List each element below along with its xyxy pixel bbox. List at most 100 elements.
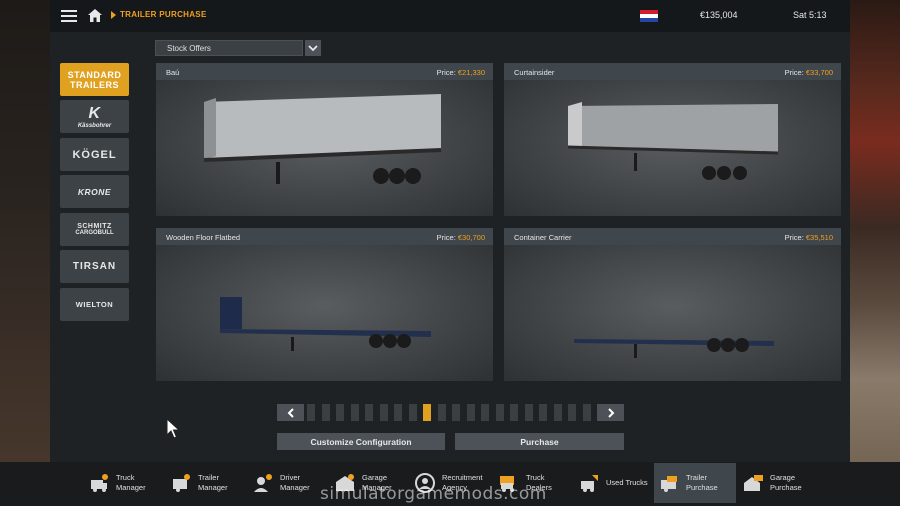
nav-label: Purchase — [770, 483, 802, 492]
page-segment[interactable] — [582, 404, 591, 421]
background-right — [848, 0, 900, 506]
driver-manager-icon — [254, 474, 272, 492]
offer-header: Wooden Floor Flatbed Price: €30,700 — [156, 228, 493, 245]
page-segment[interactable] — [336, 404, 344, 421]
country-flag-icon — [640, 10, 658, 22]
page-segment[interactable] — [495, 404, 504, 421]
offer-name: Wooden Floor Flatbed — [166, 233, 241, 242]
brand-logo: K — [88, 104, 101, 122]
game-time: Sat 5:13 — [793, 10, 827, 20]
page-segment[interactable] — [481, 404, 489, 421]
trailer-manager-icon — [173, 474, 190, 492]
page-segment[interactable] — [568, 404, 576, 421]
chevron-down-icon[interactable] — [305, 40, 321, 56]
previous-page-button[interactable] — [277, 404, 304, 421]
used-trucks-icon — [581, 475, 598, 492]
page-segment[interactable] — [553, 404, 562, 421]
brand-wielton[interactable]: WIELTON — [60, 288, 129, 321]
brand-subtitle: TRAILERS — [70, 79, 119, 90]
nav-label: Used Trucks — [606, 478, 648, 487]
nav-garage-purchase[interactable]: Garage Purchase — [738, 463, 820, 503]
money-balance: €135,004 — [700, 10, 738, 20]
trailer-image — [504, 80, 841, 216]
breadcrumb-arrow-icon — [111, 11, 116, 19]
mouse-cursor-icon — [166, 418, 181, 439]
brand-kassbohrer[interactable]: K Kässbohrer — [60, 100, 129, 133]
page-segment[interactable] — [350, 404, 359, 421]
brand-logo: TIRSAN — [72, 261, 117, 272]
purchase-button[interactable]: Purchase — [455, 433, 624, 450]
brand-kogel[interactable]: KÖGEL — [60, 138, 129, 171]
page-segment[interactable] — [379, 404, 388, 421]
brand-standard-trailers[interactable]: STANDARD TRAILERS — [60, 63, 129, 96]
offer-card-bau[interactable]: Baú Price: €21,330 — [156, 63, 493, 216]
offer-filter-select[interactable]: Stock Offers — [155, 40, 303, 56]
brand-schmitz[interactable]: SCHMITZ CARGOBULL — [60, 213, 129, 246]
offer-card-curtainsider[interactable]: Curtainsider Price: €33,700 — [504, 63, 841, 216]
brand-logo: SCHMITZ — [77, 223, 112, 230]
page-segment[interactable] — [307, 404, 315, 421]
page-segment[interactable] — [321, 404, 330, 421]
offer-card-wooden-floor-flatbed[interactable]: Wooden Floor Flatbed Price: €30,700 — [156, 228, 493, 381]
offer-name: Curtainsider — [514, 68, 555, 77]
nav-label: Truck — [526, 473, 545, 482]
page-segment[interactable] — [408, 404, 417, 421]
nav-label: Purchase — [686, 483, 718, 492]
garage-purchase-icon — [744, 475, 763, 491]
nav-trailer-purchase[interactable]: Trailer Purchase — [654, 463, 736, 503]
breadcrumb: TRAILER PURCHASE — [120, 10, 207, 19]
trailer-image — [504, 245, 841, 381]
nav-used-trucks[interactable]: Used Trucks — [574, 463, 652, 503]
nav-label: Driver — [280, 473, 300, 482]
page-segment[interactable] — [365, 404, 373, 421]
nav-trailer-manager[interactable]: Trailer Manager — [166, 463, 246, 503]
home-icon[interactable] — [87, 8, 103, 23]
brand-subtitle: CARGOBULL — [75, 230, 114, 236]
trailer-purchase-icon — [661, 476, 677, 492]
nav-truck-manager[interactable]: Truck Manager — [84, 463, 164, 503]
next-page-button[interactable] — [597, 404, 624, 421]
offer-price: Price: €33,700 — [784, 68, 833, 77]
offer-header: Baú Price: €21,330 — [156, 63, 493, 80]
page-segment[interactable] — [423, 404, 431, 421]
page-segment[interactable] — [437, 404, 446, 421]
watermark: simulatorgamemods.com — [320, 484, 547, 504]
customize-configuration-button[interactable]: Customize Configuration — [277, 433, 445, 450]
nav-label: Manager — [116, 483, 146, 492]
offer-card-container-carrier[interactable]: Container Carrier Price: €35,510 — [504, 228, 841, 381]
offer-name: Container Carrier — [514, 233, 572, 242]
page-segment[interactable] — [466, 404, 475, 421]
brand-krone[interactable]: KRONE — [60, 175, 129, 208]
nav-label: Manager — [280, 483, 310, 492]
page-segment[interactable] — [394, 404, 402, 421]
nav-label: Truck — [116, 473, 135, 482]
page-segment[interactable] — [524, 404, 533, 421]
offer-pager — [277, 404, 624, 421]
offer-price: Price: €35,510 — [784, 233, 833, 242]
nav-driver-manager[interactable]: Driver Manager — [248, 463, 328, 503]
brand-subtitle: Kässbohrer — [77, 122, 112, 129]
nav-label: Trailer — [686, 473, 707, 482]
page-segment[interactable] — [510, 404, 518, 421]
nav-label: Garage — [770, 473, 796, 482]
page-segment[interactable] — [452, 404, 460, 421]
nav-label: Manager — [198, 483, 228, 492]
trailer-image — [156, 245, 493, 381]
trailer-image — [156, 80, 493, 216]
page-segment[interactable] — [539, 404, 547, 421]
nav-label: Garage — [362, 473, 388, 482]
menu-icon[interactable] — [61, 10, 77, 22]
brand-title: STANDARD — [67, 69, 122, 80]
brand-logo: KÖGEL — [72, 148, 117, 161]
background-left — [0, 0, 50, 506]
offer-price: Price: €30,700 — [436, 233, 485, 242]
truck-manager-icon — [91, 474, 108, 492]
offer-header: Container Carrier Price: €35,510 — [504, 228, 841, 245]
offer-name: Baú — [166, 68, 180, 77]
brand-tirsan[interactable]: TIRSAN — [60, 250, 129, 283]
brand-logo: KRONE — [77, 186, 112, 197]
offer-header: Curtainsider Price: €33,700 — [504, 63, 841, 80]
nav-label: Recruitment — [442, 473, 483, 482]
nav-label: Trailer — [198, 473, 219, 482]
offer-price: Price: €21,330 — [436, 68, 485, 77]
